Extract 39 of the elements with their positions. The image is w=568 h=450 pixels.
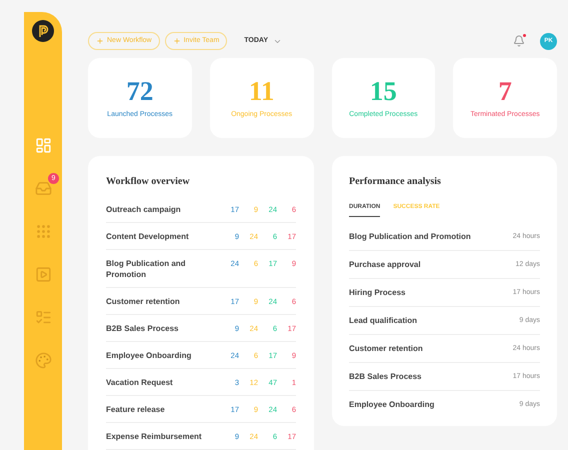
card-title: Performance analysis [349,175,442,189]
sidebar-item[interactable] [34,351,52,369]
workflow-name: B2B Sales Process [106,322,180,334]
stat-value: 7 [498,76,512,106]
process-name: Customer retention [349,343,424,354]
workflow-name: Content Development [106,230,190,242]
logo-icon [32,20,54,42]
process-name: Hiring Process [349,287,406,298]
stat-value: 15 [370,76,397,106]
workflow-name: Outreach campaign [106,204,182,214]
process-name: Lead qualification [349,315,418,326]
sidebar-item[interactable] [34,222,52,240]
process-name: Employee Onboarding [349,399,436,410]
list-icon [34,308,52,326]
sidebar-item[interactable] [34,179,52,197]
plus-icon [172,37,181,45]
stat-value: 72 [126,76,154,106]
notifications-button[interactable] [513,35,525,47]
sidebar-item[interactable] [34,265,52,283]
card-title: Workflow overview [106,175,191,189]
workflow-name: Expense Reimbursement [106,430,203,442]
workflow-name: Customer retention [106,296,181,306]
dots-grid-icon [34,222,52,240]
process-name: Purchase approval [349,259,422,270]
bell-icon [513,35,525,47]
process-name: B2B Sales Process [349,371,422,382]
inbox-icon [34,180,52,196]
dashboard-icon [34,136,52,154]
stat-value: 11 [248,76,274,106]
play-icon [34,266,52,282]
plus-icon [96,37,104,45]
workflow-name: Feature release [106,404,166,414]
sidebar-item[interactable] [34,308,52,326]
palette-icon [34,352,52,368]
workflow-name: Employee Onboarding [106,350,192,360]
workflow-name: Vacation Request [106,376,174,388]
sidebar-item[interactable] [34,136,52,154]
process-name: Blog Publication and Promotion [349,231,472,242]
workflow-name: Blog Publication and Promotion [106,258,187,280]
